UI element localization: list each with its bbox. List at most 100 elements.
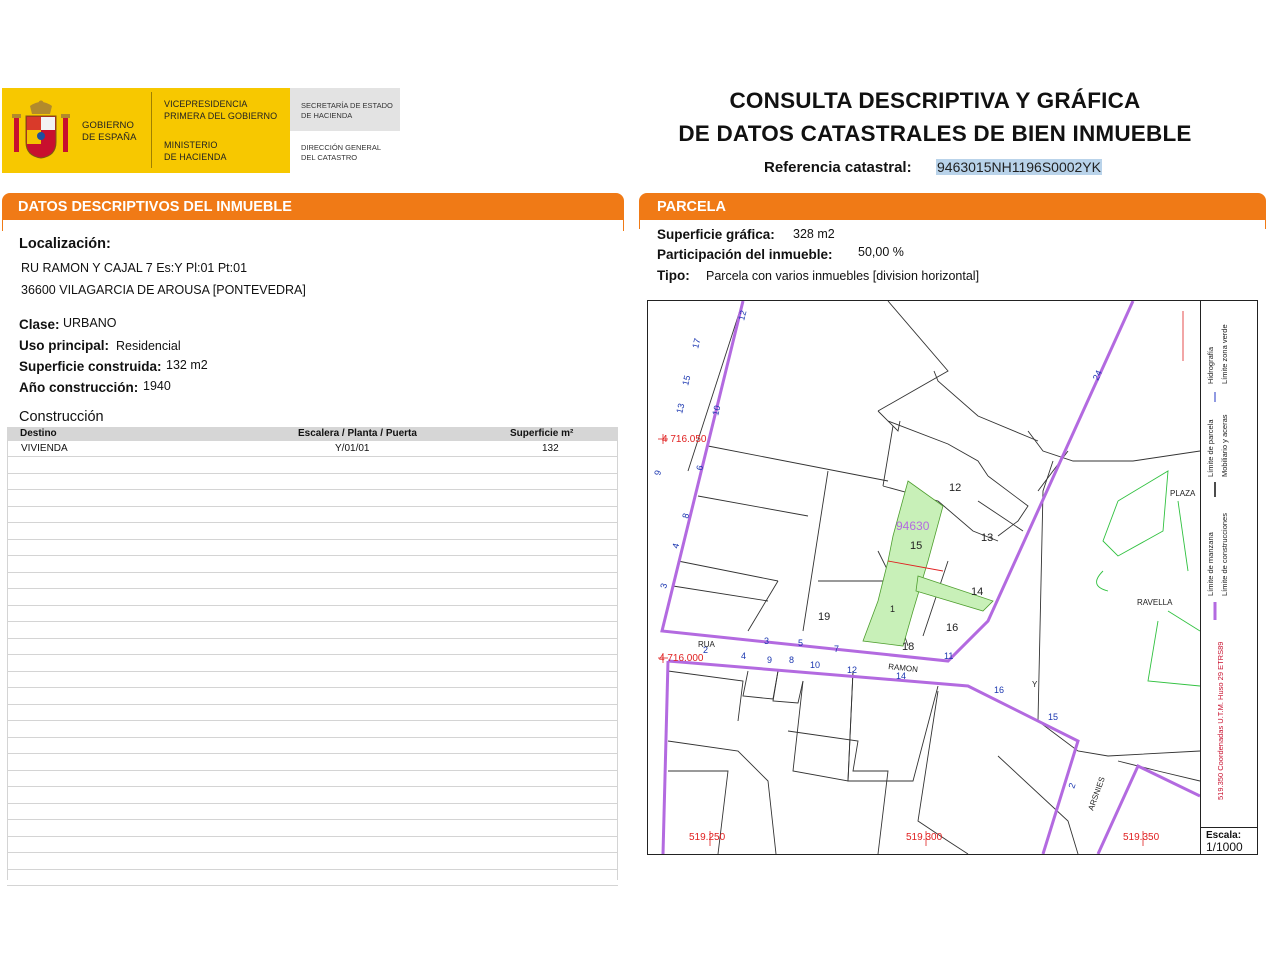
parcel-ref-label: 94630 bbox=[896, 519, 930, 533]
section-title-prefix: DATOS DESCRIPTIVOS DEL bbox=[18, 199, 213, 215]
map-labels: 94630 12 13 15 14 16 19 18 11 10 12 14 1… bbox=[652, 309, 1196, 843]
map-number-19: 19 bbox=[818, 611, 830, 623]
clase-label: Clase: bbox=[19, 317, 60, 332]
map-number-13: 13 bbox=[981, 532, 993, 544]
coord-y-bottom: 4 716.000 bbox=[659, 653, 704, 664]
map-number-9b: 9 bbox=[652, 469, 663, 476]
table-row-empty bbox=[7, 787, 618, 804]
superficie-construida-label: Superficie construida: bbox=[19, 359, 162, 374]
ref-catastral-label: Referencia catastral: bbox=[764, 159, 912, 176]
participacion-value: 50,00 % bbox=[858, 245, 904, 259]
map-drawing[interactable]: 94630 12 13 15 14 16 19 18 11 10 12 14 1… bbox=[648, 301, 1200, 854]
table-row-empty bbox=[7, 721, 618, 738]
legend-zona-verde: Límite zona verde bbox=[1220, 324, 1229, 384]
table-row-empty bbox=[7, 771, 618, 787]
logo-divider bbox=[151, 92, 152, 168]
table-row-empty bbox=[7, 853, 618, 870]
anio-construccion-value: 1940 bbox=[143, 379, 171, 393]
table-row-empty bbox=[7, 688, 618, 705]
construccion-table: Destino Escalera / Planta / Puerta Super… bbox=[7, 427, 618, 886]
table-row-empty bbox=[7, 639, 618, 655]
table-empty-rows bbox=[7, 457, 618, 886]
section-right-left-edge bbox=[639, 219, 640, 229]
label-rua: RUA bbox=[698, 640, 716, 649]
participacion-label: Participación del inmueble: bbox=[657, 247, 833, 262]
map-number-4: 4 bbox=[741, 651, 746, 661]
table-row-empty bbox=[7, 457, 618, 474]
map-number-3: 3 bbox=[764, 636, 769, 646]
section-right-edge bbox=[623, 219, 624, 231]
clase-value: URBANO bbox=[63, 316, 117, 330]
page-title-line1: CONSULTA DESCRIPTIVA Y GRÁFICA bbox=[729, 88, 1141, 113]
table-row-empty bbox=[7, 820, 618, 837]
section-bar-datos-descriptivos: DATOS DESCRIPTIVOS DEL INMUEBLE bbox=[2, 193, 624, 219]
parcel-lines bbox=[667, 301, 1200, 854]
table-row-empty bbox=[7, 870, 618, 886]
ministerio-line1: MINISTERIO bbox=[164, 140, 218, 150]
label-ravella: RAVELLA bbox=[1137, 598, 1173, 607]
ref-catastral-value[interactable]: 9463015NH1196S0002YK bbox=[936, 159, 1102, 175]
map-number-12: 12 bbox=[949, 482, 961, 494]
table-row-empty bbox=[7, 837, 618, 853]
col-escalera: Escalera / Planta / Puerta bbox=[298, 428, 417, 439]
map-number-3c: 3 bbox=[658, 582, 669, 589]
vicepresidencia-text: VICEPRESIDENCIA PRIMERA DEL GOBIERNO bbox=[164, 99, 277, 122]
section-right-right-edge bbox=[1265, 219, 1266, 229]
direccion-line2: DEL CATASTRO bbox=[301, 153, 358, 162]
table-left-border bbox=[7, 440, 8, 880]
localizacion-line1: RU RAMON Y CAJAL 7 Es:Y Pl:01 Pt:01 bbox=[21, 261, 248, 275]
table-row-empty bbox=[7, 672, 618, 688]
map-number-14: 14 bbox=[971, 586, 983, 598]
table-row-empty bbox=[7, 540, 618, 556]
table-header: Destino Escalera / Planta / Puerta Super… bbox=[7, 427, 618, 441]
legend-mobiliario: Mobiliario y aceras bbox=[1220, 414, 1229, 477]
map-number-5: 5 bbox=[798, 638, 803, 648]
table-row-empty bbox=[7, 655, 618, 672]
anio-construccion-label: Año construcción: bbox=[19, 380, 139, 395]
table-row-empty bbox=[7, 606, 618, 622]
legend-manzana: Límite de manzana bbox=[1206, 531, 1215, 596]
green-zone-lines bbox=[1096, 470, 1200, 687]
section-left-edge bbox=[2, 219, 3, 231]
tipo-label: Tipo: bbox=[657, 268, 690, 283]
map-number-2: 2 bbox=[1066, 782, 1077, 790]
label-y: Y bbox=[1032, 680, 1038, 689]
table-row-empty bbox=[7, 738, 618, 754]
table-row-empty bbox=[7, 490, 618, 507]
col-destino: Destino bbox=[20, 428, 57, 439]
label-plaza: PLAZA bbox=[1170, 489, 1196, 498]
secretaria-line1: SECRETARÍA DE ESTADO bbox=[301, 101, 393, 110]
coord-x2: 519.300 bbox=[906, 832, 943, 843]
secretaria-line2: DE HACIENDA bbox=[301, 111, 353, 120]
localizacion-line2: 36600 VILAGARCIA DE AROUSA [PONTEVEDRA] bbox=[21, 283, 306, 297]
legend-parcela: Límite de parcela bbox=[1206, 419, 1215, 477]
coord-x3: 519.350 bbox=[1123, 832, 1160, 843]
map-number-7: 7 bbox=[834, 644, 839, 654]
localizacion-label: Localización: bbox=[19, 236, 111, 252]
table-row-empty bbox=[7, 556, 618, 573]
map-number-15b: 15 bbox=[1048, 712, 1058, 722]
map-number-10: 10 bbox=[810, 660, 820, 670]
uso-principal-label: Uso principal: bbox=[19, 338, 110, 353]
map-number-10b: 10 bbox=[710, 404, 722, 416]
legend-coords-note: 519.350 Coordenadas U.T.M. Huso 29 ETRS8… bbox=[1216, 642, 1225, 800]
cell-escalera: Y/01/01 bbox=[335, 443, 370, 454]
direccion-text: DIRECCIÓN GENERAL DEL CATASTRO bbox=[301, 143, 381, 163]
construccion-label: Construcción bbox=[19, 409, 104, 425]
uso-principal-value: Residencial bbox=[116, 339, 181, 353]
map-number-1: 1 bbox=[890, 604, 895, 614]
table-row-empty bbox=[7, 523, 618, 540]
table-row-empty bbox=[7, 705, 618, 721]
coord-x1: 519.250 bbox=[689, 832, 726, 843]
section-bar-parcela: PARCELA bbox=[639, 193, 1266, 219]
map-number-13c: 13 bbox=[674, 402, 686, 414]
map-number-12c: 12 bbox=[736, 309, 748, 321]
col-superficie: Superficie m² bbox=[510, 428, 574, 439]
map-number-11: 11 bbox=[944, 651, 953, 661]
map-number-8: 8 bbox=[789, 655, 794, 665]
label-arsenes: ARSNIES bbox=[1086, 776, 1106, 812]
map-number-18: 18 bbox=[902, 641, 914, 653]
map-number-15c: 15 bbox=[680, 374, 692, 386]
legend-drawing: Hidrografía Límite zona verde Límite de … bbox=[1206, 324, 1229, 800]
label-ramon: RAMON bbox=[888, 662, 919, 674]
